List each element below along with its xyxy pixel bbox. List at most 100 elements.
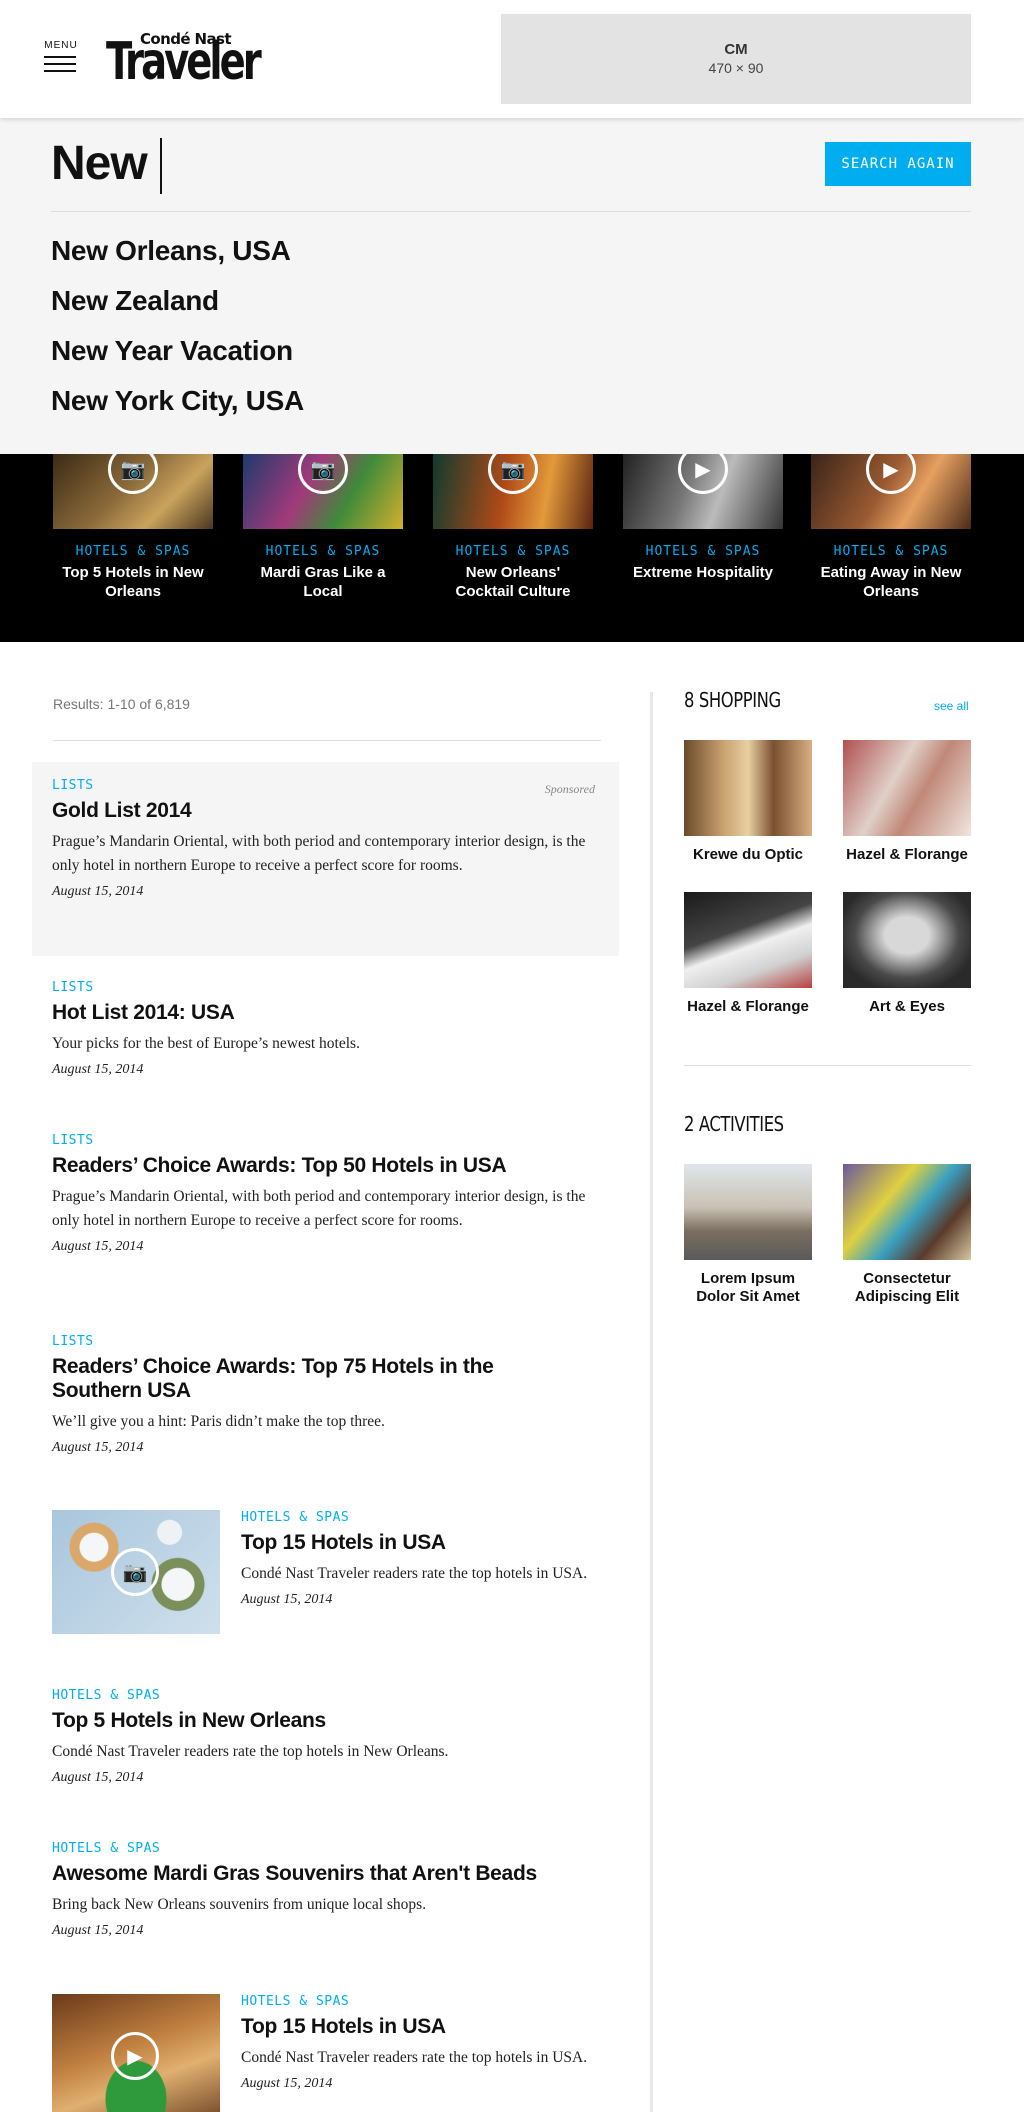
shopping-title: Krewe du Optic bbox=[692, 846, 804, 863]
featured-card[interactable]: ▶ HOTELS & SPAS Extreme Hospitality bbox=[623, 454, 783, 582]
result-category[interactable]: LISTS bbox=[52, 1133, 599, 1148]
result-item[interactable]: LISTS Readers’ Choice Awards: Top 50 Hot… bbox=[32, 1117, 619, 1255]
result-item[interactable]: LISTS Hot List 2014: USA Your picks for … bbox=[32, 964, 619, 1078]
result-date: August 15, 2014 bbox=[52, 1062, 144, 1077]
result-date: August 15, 2014 bbox=[52, 1239, 144, 1254]
ad-size: 470 × 90 bbox=[708, 60, 764, 76]
result-category[interactable]: LISTS bbox=[52, 1334, 599, 1349]
see-all-link[interactable]: see all bbox=[934, 699, 969, 713]
result-title[interactable]: Awesome Mardi Gras Souvenirs that Aren't… bbox=[52, 1862, 599, 1886]
shopping-title: Hazel & Florange bbox=[687, 998, 809, 1015]
ad-slot[interactable]: CM 470 × 90 bbox=[501, 14, 971, 104]
result-title[interactable]: Readers’ Choice Awards: Top 50 Hotels in… bbox=[52, 1154, 599, 1178]
featured-title: New Orleans' Cocktail Culture bbox=[455, 564, 571, 600]
shopping-card[interactable]: Krewe du Optic bbox=[684, 740, 812, 864]
result-title[interactable]: Top 5 Hotels in New Orleans bbox=[52, 1709, 599, 1733]
result-description: Prague’s Mandarin Oriental, with both pe… bbox=[52, 833, 586, 874]
result-item[interactable]: ▶ HOTELS & SPAS Top 15 Hotels in USA Con… bbox=[32, 1978, 619, 2112]
shopping-image bbox=[684, 740, 812, 836]
search-panel: New SEARCH AGAIN New Orleans, USA New Ze… bbox=[0, 118, 1024, 454]
featured-title: Top 5 Hotels in New Orleans bbox=[62, 564, 204, 600]
search-again-button[interactable]: SEARCH AGAIN bbox=[825, 142, 971, 186]
activity-card[interactable]: Lorem Ipsum Dolor Sit Amet bbox=[684, 1164, 812, 1306]
result-title[interactable]: Top 15 Hotels in USA bbox=[241, 1531, 599, 1555]
result-category[interactable]: HOTELS & SPAS bbox=[241, 1994, 599, 2009]
result-date: August 15, 2014 bbox=[52, 884, 144, 899]
result-description: Condé Nast Traveler readers rate the top… bbox=[52, 1743, 449, 1760]
shopping-card[interactable]: Hazel & Florange bbox=[843, 740, 971, 864]
site-header: MENU Condé Nast Traveler CM 470 × 90 bbox=[0, 0, 1024, 118]
shopping-card[interactable]: Art & Eyes bbox=[843, 892, 971, 1016]
shopping-card[interactable]: Hazel & Florange bbox=[684, 892, 812, 1016]
column-divider bbox=[650, 692, 653, 2112]
play-icon: ▶ bbox=[866, 454, 916, 494]
results-divider bbox=[53, 740, 601, 741]
result-description: Prague’s Mandarin Oriental, with both pe… bbox=[52, 1188, 586, 1229]
shopping-title: Hazel & Florange bbox=[846, 846, 968, 863]
featured-category: HOTELS & SPAS bbox=[75, 544, 191, 559]
result-description: Condé Nast Traveler readers rate the top… bbox=[241, 2049, 588, 2066]
suggestion-item[interactable]: New Orleans, USA bbox=[51, 234, 304, 284]
result-title[interactable]: Readers’ Choice Awards: Top 75 Hotels in… bbox=[52, 1355, 522, 1403]
result-category[interactable]: HOTELS & SPAS bbox=[52, 1841, 599, 1856]
result-category[interactable]: LISTS bbox=[52, 980, 599, 995]
sponsored-label: Sponsored bbox=[544, 782, 595, 796]
activity-title: Consectetur Adipiscing Elit bbox=[854, 1270, 960, 1305]
shopping-heading: 8 SHOPPING bbox=[684, 688, 781, 712]
camera-icon: 📷 bbox=[488, 454, 538, 494]
featured-category: HOTELS & SPAS bbox=[833, 544, 949, 559]
suggestion-item[interactable]: New Zealand bbox=[51, 284, 304, 334]
result-date: August 15, 2014 bbox=[52, 1770, 144, 1785]
featured-image: 📷 bbox=[433, 454, 593, 529]
search-input[interactable]: New bbox=[51, 136, 148, 191]
menu-button[interactable]: MENU bbox=[44, 40, 78, 80]
result-category[interactable]: HOTELS & SPAS bbox=[241, 1510, 599, 1525]
result-description: Condé Nast Traveler readers rate the top… bbox=[241, 1565, 588, 1582]
result-body: HOTELS & SPAS Top 15 Hotels in USA Condé… bbox=[241, 1994, 599, 2092]
featured-card[interactable]: 📷 HOTELS & SPAS New Orleans' Cocktail Cu… bbox=[433, 454, 593, 601]
featured-card[interactable]: 📷 HOTELS & SPAS Top 5 Hotels in New Orle… bbox=[53, 454, 213, 601]
activity-image bbox=[684, 1164, 812, 1260]
shopping-title: Art & Eyes bbox=[869, 998, 945, 1015]
activity-card[interactable]: Consectetur Adipiscing Elit bbox=[843, 1164, 971, 1306]
suggestion-list: New Orleans, USA New Zealand New Year Va… bbox=[51, 234, 304, 434]
text-caret bbox=[160, 138, 162, 194]
suggestion-item[interactable]: New Year Vacation bbox=[51, 334, 304, 384]
camera-icon: 📷 bbox=[108, 454, 158, 494]
ad-title: CM bbox=[724, 41, 748, 58]
results-count: Results: 1-10 of 6,819 bbox=[53, 696, 190, 712]
shopping-image bbox=[684, 892, 812, 988]
result-date: August 15, 2014 bbox=[52, 1923, 144, 1938]
result-description: Bring back New Orleans souvenirs from un… bbox=[52, 1896, 427, 1913]
site-logo[interactable]: Condé Nast Traveler bbox=[106, 26, 262, 92]
featured-image: ▶ bbox=[623, 454, 783, 529]
result-item[interactable]: 📷 HOTELS & SPAS Top 15 Hotels in USA Con… bbox=[32, 1494, 619, 1654]
activity-image bbox=[843, 1164, 971, 1260]
featured-strip: 📷 HOTELS & SPAS Top 5 Hotels in New Orle… bbox=[0, 454, 1024, 642]
result-title[interactable]: Gold List 2014 bbox=[52, 799, 599, 823]
result-description: Your picks for the best of Europe’s newe… bbox=[52, 1035, 360, 1052]
featured-card[interactable]: ▶ HOTELS & SPAS Eating Away in New Orlea… bbox=[811, 454, 971, 601]
result-title[interactable]: Hot List 2014: USA bbox=[52, 1001, 599, 1025]
result-item[interactable]: HOTELS & SPAS Awesome Mardi Gras Souveni… bbox=[32, 1825, 619, 1939]
featured-card[interactable]: 📷 HOTELS & SPAS Mardi Gras Like a Local bbox=[243, 454, 403, 601]
shopping-image bbox=[843, 892, 971, 988]
result-body: HOTELS & SPAS Top 15 Hotels in USA Condé… bbox=[241, 1510, 599, 1608]
result-item[interactable]: Sponsored LISTS Gold List 2014 Prague’s … bbox=[32, 762, 619, 956]
result-date: August 15, 2014 bbox=[241, 1592, 333, 1607]
featured-title: Eating Away in New Orleans bbox=[820, 564, 962, 600]
suggestion-item[interactable]: New York City, USA bbox=[51, 384, 304, 434]
result-thumbnail[interactable]: ▶ bbox=[52, 1994, 220, 2112]
result-item[interactable]: HOTELS & SPAS Top 5 Hotels in New Orlean… bbox=[32, 1672, 619, 1786]
activities-heading: 2 ACTIVITIES bbox=[684, 1112, 784, 1136]
result-thumbnail[interactable]: 📷 bbox=[52, 1510, 220, 1634]
result-title[interactable]: Top 15 Hotels in USA bbox=[241, 2015, 599, 2039]
featured-category: HOTELS & SPAS bbox=[265, 544, 381, 559]
featured-category: HOTELS & SPAS bbox=[645, 544, 761, 559]
result-category[interactable]: HOTELS & SPAS bbox=[52, 1688, 599, 1703]
camera-icon: 📷 bbox=[111, 1548, 159, 1596]
result-item[interactable]: LISTS Readers’ Choice Awards: Top 75 Hot… bbox=[32, 1318, 619, 1456]
result-date: August 15, 2014 bbox=[241, 2076, 333, 2091]
result-category[interactable]: LISTS bbox=[52, 778, 599, 793]
search-divider bbox=[51, 211, 971, 212]
